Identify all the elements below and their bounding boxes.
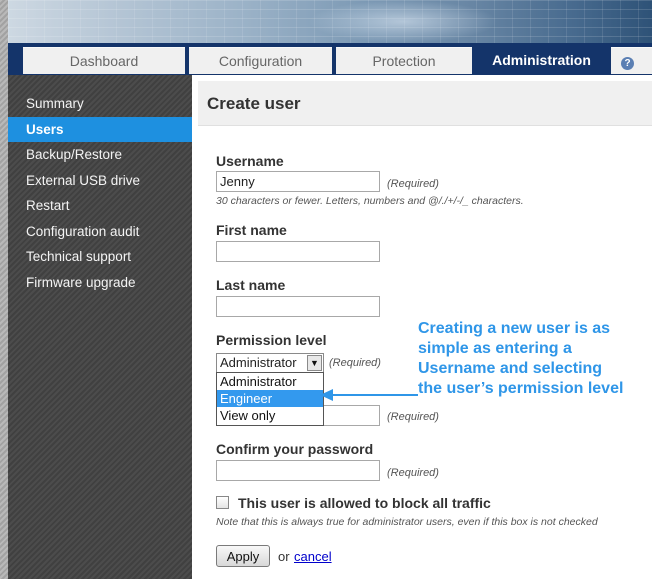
confirm-password-label: Confirm your password: [216, 441, 374, 457]
tab-help[interactable]: ?: [611, 47, 652, 74]
first-name-input[interactable]: [216, 241, 380, 262]
main-nav: Dashboard Configuration Protection Admin…: [8, 43, 652, 75]
help-icon[interactable]: ?: [621, 57, 634, 70]
banner-glow: [308, 0, 498, 43]
permission-selected-value: Administrator: [220, 355, 297, 370]
sidebar-item-external-usb-drive[interactable]: External USB drive: [8, 168, 192, 194]
sidebar-item-backup-restore[interactable]: Backup/Restore: [8, 142, 192, 168]
chevron-down-icon[interactable]: ▼: [307, 355, 322, 371]
callout-line-3: Username and selecting: [418, 360, 603, 377]
sidebar-item-users[interactable]: Users: [8, 116, 192, 142]
tab-configuration[interactable]: Configuration: [189, 47, 332, 74]
block-traffic-checkbox[interactable]: [216, 496, 229, 509]
page-header: Create user: [198, 81, 652, 126]
sidebar-item-firmware-upgrade[interactable]: Firmware upgrade: [8, 270, 192, 296]
last-name-label: Last name: [216, 277, 286, 293]
sidebar-item-configuration-audit[interactable]: Configuration audit: [8, 219, 192, 245]
callout-line-1: Creating a new user is as: [418, 320, 611, 337]
or-text: or: [278, 549, 290, 564]
left-frame: [0, 0, 8, 579]
username-hint: 30 characters or fewer. Letters, numbers…: [216, 195, 524, 207]
tab-dashboard[interactable]: Dashboard: [23, 47, 185, 74]
password-required: (Required): [387, 411, 439, 423]
page-title: Create user: [207, 94, 301, 113]
sidebar-item-technical-support[interactable]: Technical support: [8, 244, 192, 270]
permission-level-select[interactable]: Administrator ▼: [216, 353, 324, 373]
apply-button[interactable]: Apply: [216, 545, 270, 567]
last-name-input[interactable]: [216, 296, 380, 317]
header-banner: [8, 0, 652, 43]
sidebar-item-restart[interactable]: Restart: [8, 193, 192, 219]
tab-administration[interactable]: Administration: [476, 47, 607, 74]
annotation-callout: Creating a new user is as simple as ente…: [418, 319, 648, 399]
permission-required: (Required): [329, 357, 381, 369]
first-name-label: First name: [216, 222, 287, 238]
block-traffic-label: This user is allowed to block all traffi…: [238, 495, 491, 511]
option-administrator[interactable]: Administrator: [217, 373, 323, 390]
option-engineer[interactable]: Engineer: [217, 390, 323, 407]
tab-protection[interactable]: Protection: [336, 47, 472, 74]
username-input[interactable]: [216, 171, 380, 192]
sidebar: Summary Users Backup/Restore External US…: [8, 75, 192, 579]
confirm-password-input[interactable]: [216, 460, 380, 481]
confirm-password-required: (Required): [387, 467, 439, 479]
username-label: Username: [216, 153, 284, 169]
callout-line-4: the user’s permission level: [418, 380, 624, 397]
block-traffic-note: Note that this is always true for admini…: [216, 516, 598, 528]
permission-dropdown-list: Administrator Engineer View only: [216, 372, 324, 426]
sidebar-item-summary[interactable]: Summary: [8, 91, 192, 117]
cancel-link[interactable]: cancel: [294, 549, 332, 564]
option-view-only[interactable]: View only: [217, 407, 323, 424]
annotation-arrow-icon: [320, 389, 418, 401]
username-required: (Required): [387, 178, 439, 190]
permission-level-label: Permission level: [216, 332, 327, 348]
callout-line-2: simple as entering a: [418, 340, 572, 357]
